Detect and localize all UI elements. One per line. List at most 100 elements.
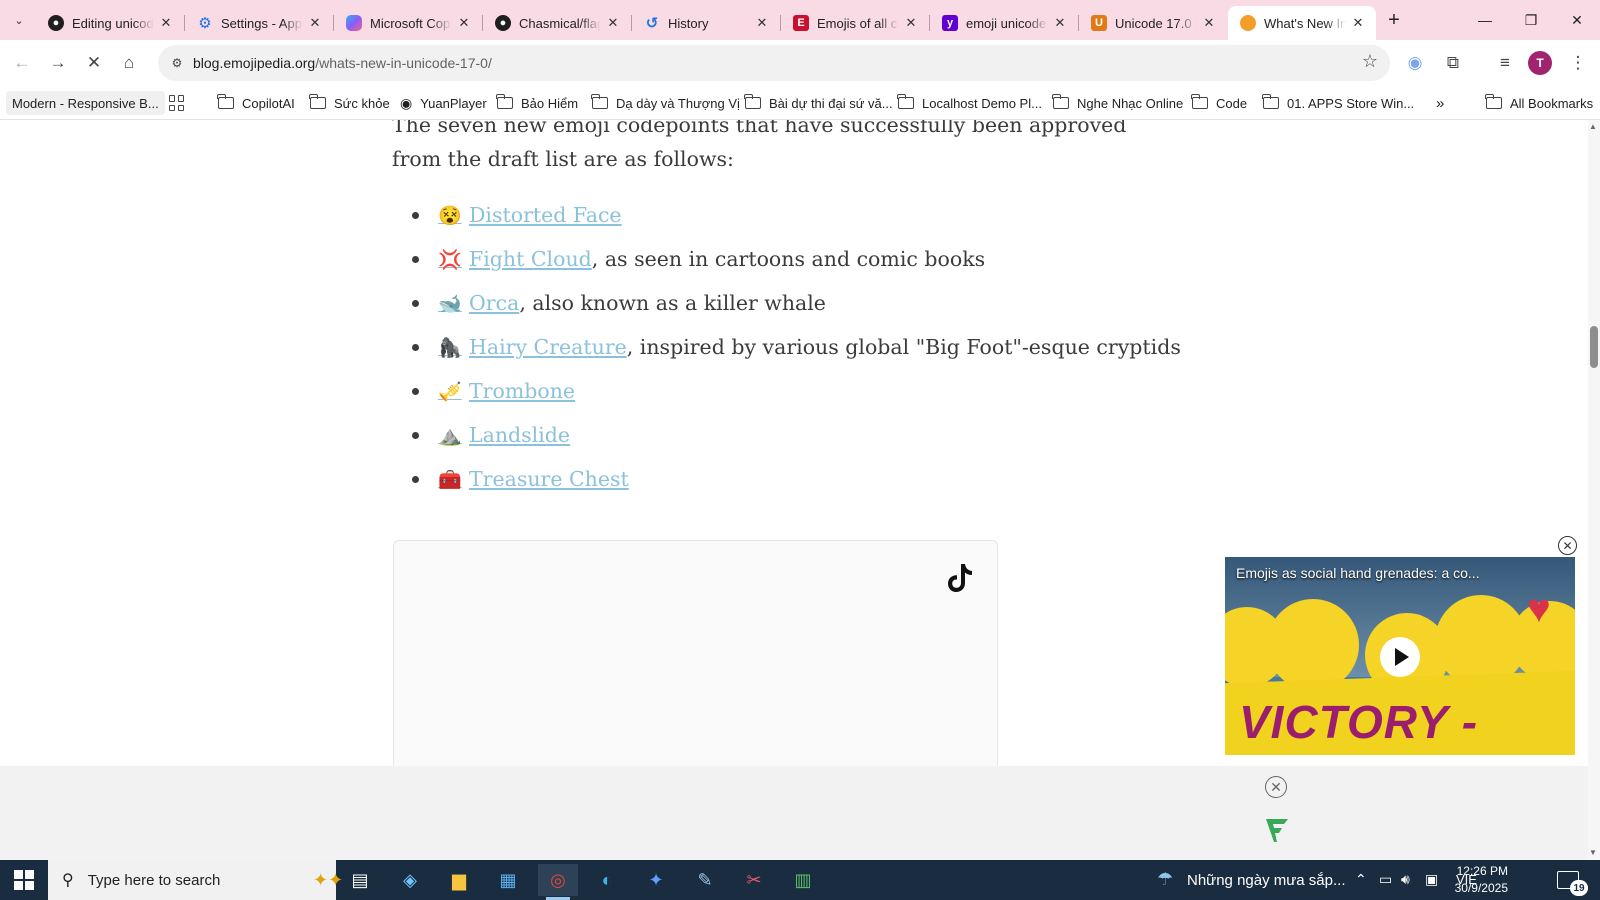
emojiall-icon: E (793, 15, 809, 31)
emoji-link-hairy-creature[interactable]: 🦍 Hairy Creature (438, 335, 627, 359)
bookmark-all-bookmarks[interactable]: All Bookmarks (1485, 93, 1594, 113)
show-hidden-icons-chevron[interactable]: ⌃ (1355, 871, 1367, 888)
emoji-link-treasure-chest[interactable]: 🧰 Treasure Chest (438, 467, 629, 491)
file-explorer-icon[interactable]: ▆ (439, 864, 479, 896)
scroll-down-icon[interactable]: ▼ (1589, 848, 1597, 857)
tab-title: History (668, 15, 709, 31)
emoji-link-trombone[interactable]: 🎺 Trombone (438, 379, 575, 403)
link-text: Trombone (469, 379, 576, 403)
copilot-sparkle-icon[interactable]: ✦✦ (313, 870, 343, 891)
tab-history[interactable]: ↺ History ✕ (632, 6, 781, 40)
gemini-icon[interactable]: ✦ (636, 864, 676, 896)
bookmark-nghe-nhac[interactable]: Nghe Nhạc Online (1052, 93, 1183, 113)
chrome-taskbar-icon[interactable]: ◎ (538, 864, 578, 900)
clock-time: 12:26 PM (1456, 864, 1508, 878)
bookmark-apps-store[interactable]: 01. APPS Store Win... (1262, 93, 1414, 113)
tab-whats-new-active[interactable]: What's New In ✕ (1228, 6, 1376, 40)
list-item: 🎺 Trombone (412, 369, 1181, 413)
bookmark-suc-khoe[interactable]: Sức khỏe (309, 93, 390, 113)
close-tab-icon[interactable]: ✕ (1201, 15, 1217, 31)
scroll-thumb[interactable] (1590, 326, 1598, 368)
minimize-button[interactable]: — (1462, 0, 1508, 40)
bookmark-star-icon[interactable]: ☆ (1362, 51, 1378, 72)
close-ad-icon[interactable]: ✕ (1265, 776, 1287, 798)
menu-kebab-icon[interactable]: ⋮ (1564, 49, 1592, 77)
close-tab-icon[interactable]: ✕ (1052, 15, 1068, 31)
close-tab-icon[interactable]: ✕ (754, 15, 770, 31)
folder-icon (309, 94, 326, 109)
site-info-icon[interactable]: ⚙ (168, 54, 186, 72)
item-description: , inspired by various global "Big Foot"-… (626, 335, 1181, 359)
play-button[interactable] (1380, 637, 1420, 677)
media-control-icon[interactable]: ≡ (1491, 49, 1519, 77)
notification-badge: 19 (1570, 880, 1588, 896)
link-text: Landslide (469, 423, 571, 447)
close-tab-icon[interactable]: ✕ (456, 15, 472, 31)
paint-icon[interactable]: ✎ (685, 864, 725, 896)
taskbar-search-box[interactable]: ⚲ Type here to search ✦✦ (48, 860, 343, 900)
emoji-link-distorted-face[interactable]: 😵 Distorted Face (438, 203, 622, 227)
edge-icon[interactable]: ◐ (587, 864, 627, 896)
new-tab-button[interactable]: + (1382, 8, 1406, 32)
close-tab-icon[interactable]: ✕ (903, 15, 919, 31)
more-bookmarks-chevron-icon[interactable]: » (1436, 93, 1444, 113)
back-arrow-icon[interactable]: ← (8, 49, 36, 77)
lens-icon[interactable]: ◉ (1401, 49, 1429, 77)
close-tab-icon[interactable]: ✕ (158, 15, 174, 31)
apps-grid-icon[interactable] (169, 95, 185, 111)
emoji-link-orca[interactable]: 🐋 Orca (438, 291, 519, 315)
close-tab-icon[interactable]: ✕ (307, 15, 323, 31)
bookmark-bai-du-thi[interactable]: Bài dự thi đại sứ vă... (744, 93, 893, 113)
video-player[interactable]: ♥ VICTORY - Emojis as social hand grenad… (1225, 557, 1575, 755)
video-title[interactable]: Emojis as social hand grenades: a co... (1236, 565, 1480, 581)
bookmark-da-day[interactable]: Dạ dày và Thượng Vị (591, 93, 740, 113)
bookmark-copilotai[interactable]: CopilotAI (217, 93, 295, 113)
close-tab-icon[interactable]: ✕ (1350, 15, 1366, 31)
close-tab-icon[interactable]: ✕ (605, 15, 621, 31)
close-window-button[interactable]: ✕ (1554, 0, 1600, 40)
bookmark-code[interactable]: Code (1191, 93, 1247, 113)
tiktok-icon[interactable] (945, 561, 975, 595)
emoji-link-landslide[interactable]: ⛰️ Landslide (438, 423, 570, 447)
tab-emojis-of-all[interactable]: E Emojis of all co ✕ (781, 6, 930, 40)
bookmark-modern-responsive[interactable]: Modern - Responsive B... (6, 91, 165, 115)
home-icon[interactable]: ⌂ (115, 49, 143, 77)
stop-loading-icon[interactable]: ✕ (80, 49, 108, 77)
tab-settings-apps[interactable]: ⚙ Settings - Apps ✕ (185, 6, 334, 40)
bookmark-bao-hiem[interactable]: Bảo Hiểm (496, 93, 578, 113)
bookmark-localhost-demo[interactable]: Localhost Demo Pl... (897, 93, 1042, 113)
tab-microsoft-copilot[interactable]: Microsoft Copilot ✕ (334, 6, 483, 40)
weather-rain-icon[interactable]: ☂ (1157, 869, 1173, 890)
url-path: /whats-new-in-unicode-17-0/ (315, 55, 492, 71)
snipping-tool-icon[interactable]: ✂ (734, 864, 774, 896)
spreadsheet-app-icon[interactable]: ▥ (783, 864, 823, 896)
profile-avatar[interactable]: T (1528, 51, 1552, 75)
tab-chasmical-flags[interactable]: ● Chasmical/flags ✕ (483, 6, 632, 40)
bottom-ad-banner: ✕ (0, 766, 1588, 860)
page-scrollbar[interactable]: ▲ ▼ (1588, 120, 1600, 860)
url-text[interactable]: blog.emojipedia.org/whats-new-in-unicode… (193, 55, 492, 71)
tab-unicode-17[interactable]: U Unicode 17.0 E ✕ (1079, 6, 1227, 40)
emoji-link-fight-cloud[interactable]: 💢 Fight Cloud (438, 247, 592, 271)
windows-start-icon[interactable] (14, 870, 34, 890)
bookmark-yuanplayer[interactable]: ◉ YuanPlayer (400, 93, 487, 113)
tab-title: What's New In (1264, 15, 1346, 31)
tab-search-chevron-icon[interactable]: ⌄ (7, 8, 31, 32)
restore-button[interactable]: ❐ (1508, 0, 1554, 40)
folder-icon (217, 94, 234, 109)
distorted-face-emoji-icon: 😵 (438, 204, 462, 227)
tiktok-embed[interactable] (393, 540, 998, 766)
extensions-puzzle-icon[interactable]: ⧉ (1439, 49, 1467, 77)
copilot-app-icon[interactable]: ◈ (390, 864, 430, 896)
forward-arrow-icon[interactable]: → (44, 49, 72, 77)
system-clock[interactable]: 12:26 PM 30/9/2025 (1388, 863, 1508, 897)
task-view-icon[interactable]: ▤ (340, 864, 380, 896)
address-bar[interactable]: ⚙ blog.emojipedia.org/whats-new-in-unico… (158, 45, 1390, 81)
scroll-up-icon[interactable]: ▲ (1589, 122, 1597, 131)
tab-editing-unicode[interactable]: ● Editing unicode ✕ (36, 6, 185, 40)
bookmark-label: All Bookmarks (1510, 95, 1594, 111)
tab-emoji-unicode-yahoo[interactable]: y emoji unicode ✕ (930, 6, 1079, 40)
close-video-icon[interactable]: ✕ (1558, 536, 1577, 555)
weather-text[interactable]: Những ngày mưa sắp... (1187, 872, 1346, 889)
microsoft-store-icon[interactable]: ▦ (488, 864, 528, 896)
